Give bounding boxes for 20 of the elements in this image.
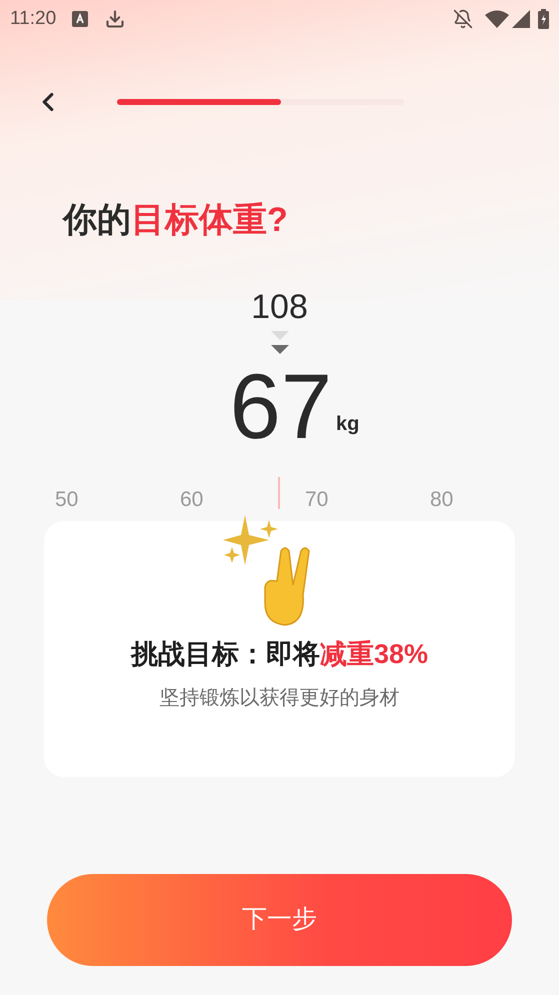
ruler-label: 70 <box>305 489 330 511</box>
download-icon <box>105 9 126 29</box>
ruler-label: 50 <box>55 489 80 511</box>
previous-weight: 108 <box>251 287 308 327</box>
goal-headline: 挑战目标：即将减重38% <box>130 638 428 671</box>
page-title: 你的目标体重? <box>61 200 289 241</box>
ruler-label: 80 <box>430 489 454 511</box>
next-button[interactable]: 下一步 <box>47 874 512 966</box>
wifi-icon <box>485 10 509 28</box>
keyboard-app-icon <box>72 11 88 27</box>
status-time: 11:20 <box>10 6 56 31</box>
signal-icon <box>512 10 530 28</box>
goal-subtitle: 坚持锻炼以获得更好的身材 <box>160 686 400 711</box>
ruler-label: 60 <box>180 489 204 511</box>
selected-weight: 67 <box>230 359 332 455</box>
bell-off-icon <box>453 9 473 29</box>
down-triangles-icon <box>270 331 290 355</box>
ruler-indicator <box>278 477 280 509</box>
weight-unit: kg <box>336 412 360 437</box>
battery-icon <box>538 9 549 29</box>
